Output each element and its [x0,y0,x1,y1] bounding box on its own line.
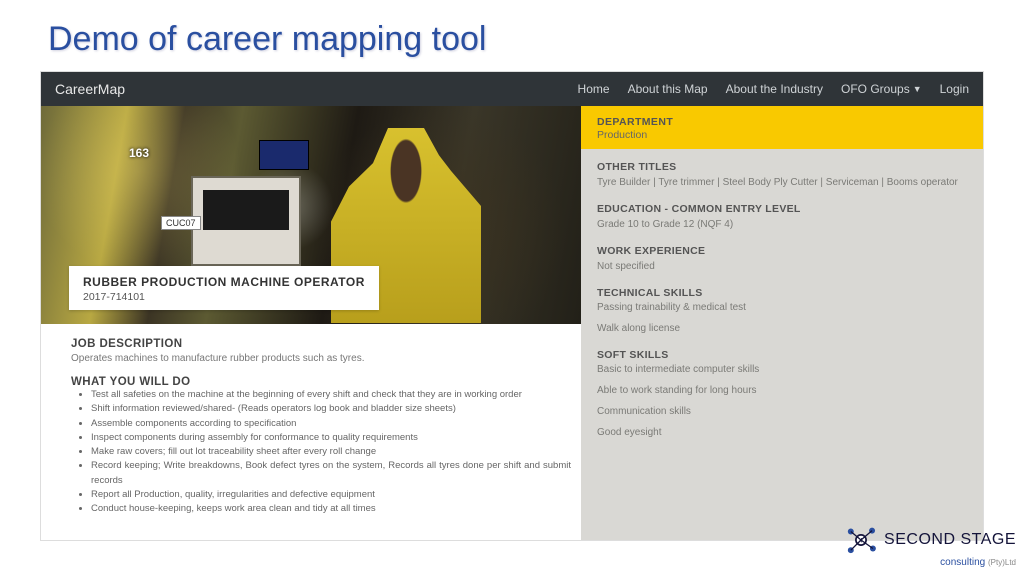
hero-image: 163 CUC07 RUBBER PRODUCTION MACHINE OPER… [41,106,581,324]
footer-brand: SECOND STAGE [884,531,1016,549]
navbar-brand[interactable]: CareerMap [55,81,125,97]
other-titles-section: OTHER TITLES Tyre Builder | Tyre trimmer… [597,161,967,190]
footer-logo: 4 SECOND STAGE consulting (Pty)Ltd [844,523,1016,568]
left-column: 163 CUC07 RUBBER PRODUCTION MACHINE OPER… [41,106,581,541]
job-code: 2017-714101 [83,291,365,303]
job-title-card: RUBBER PRODUCTION MACHINE OPERATOR 2017-… [69,266,379,310]
job-title: RUBBER PRODUCTION MACHINE OPERATOR [83,275,365,289]
department-label: DEPARTMENT [597,116,967,128]
department-value: Production [597,129,967,141]
info-panel: OTHER TITLES Tyre Builder | Tyre trimmer… [581,149,983,541]
hero-marker-163: 163 [129,146,149,160]
soft-line-1: Basic to intermediate computer skills [597,363,967,377]
network-icon: 4 [844,523,878,557]
list-item: Report all Production, quality, irregula… [91,488,571,502]
experience-label: WORK EXPERIENCE [597,245,967,257]
slide-title: Demo of career mapping tool [0,0,1024,71]
education-section: EDUCATION - COMMON ENTRY LEVEL Grade 10 … [597,203,967,232]
experience-section: WORK EXPERIENCE Not specified [597,245,967,274]
nav-login[interactable]: Login [940,82,969,96]
job-description-heading: JOB DESCRIPTION [71,338,571,350]
technical-section: TECHNICAL SKILLS Passing trainability & … [597,287,967,336]
soft-line-2: Able to work standing for long hours [597,384,967,398]
education-label: EDUCATION - COMMON ENTRY LEVEL [597,203,967,215]
list-item: Assemble components according to specifi… [91,417,571,431]
chevron-down-icon: ▼ [913,84,922,94]
nav-about-map[interactable]: About this Map [628,82,708,96]
description-block: JOB DESCRIPTION Operates machines to man… [41,324,581,516]
technical-line-1: Passing trainability & medical test [597,301,967,315]
hero-control-panel [191,176,301,266]
list-item: Inspect components during assembly for c… [91,431,571,445]
soft-line-4: Good eyesight [597,426,967,440]
nav-links: Home About this Map About the Industry O… [578,82,969,96]
soft-section: SOFT SKILLS Basic to intermediate comput… [597,349,967,440]
list-item: Make raw covers; fill out lot traceabili… [91,445,571,459]
soft-line-3: Communication skills [597,405,967,419]
list-item: Conduct house-keeping, keeps work area c… [91,502,571,516]
hero-warning-sign [259,140,309,170]
soft-label: SOFT SKILLS [597,349,967,361]
nav-ofo-groups[interactable]: OFO Groups ▼ [841,82,922,96]
technical-line-2: Walk along license [597,322,967,336]
nav-about-industry[interactable]: About the Industry [726,82,823,96]
nav-ofo-label: OFO Groups [841,82,910,96]
app-frame: CareerMap Home About this Map About the … [40,71,984,541]
hero-marker-cuc: CUC07 [161,216,201,230]
other-titles-value: Tyre Builder | Tyre trimmer | Steel Body… [597,175,967,190]
right-column: DEPARTMENT Production OTHER TITLES Tyre … [581,106,983,541]
job-description-text: Operates machines to manufacture rubber … [71,353,571,364]
duties-list: Test all safeties on the machine at the … [71,388,571,516]
education-value: Grade 10 to Grade 12 (NQF 4) [597,217,967,232]
department-banner: DEPARTMENT Production [581,106,983,149]
content-area: 163 CUC07 RUBBER PRODUCTION MACHINE OPER… [41,106,983,541]
footer-pty: (Pty)Ltd [988,558,1016,567]
list-item: Record keeping; Write breakdowns, Book d… [91,459,571,488]
list-item: Test all safeties on the machine at the … [91,388,571,402]
technical-label: TECHNICAL SKILLS [597,287,967,299]
experience-value: Not specified [597,259,967,274]
list-item: Shift information reviewed/shared- (Read… [91,402,571,416]
duties-heading: WHAT YOU WILL DO [71,376,571,388]
footer-sub: consulting [940,557,985,568]
other-titles-label: OTHER TITLES [597,161,967,173]
navbar: CareerMap Home About this Map About the … [41,72,983,106]
nav-home[interactable]: Home [578,82,610,96]
